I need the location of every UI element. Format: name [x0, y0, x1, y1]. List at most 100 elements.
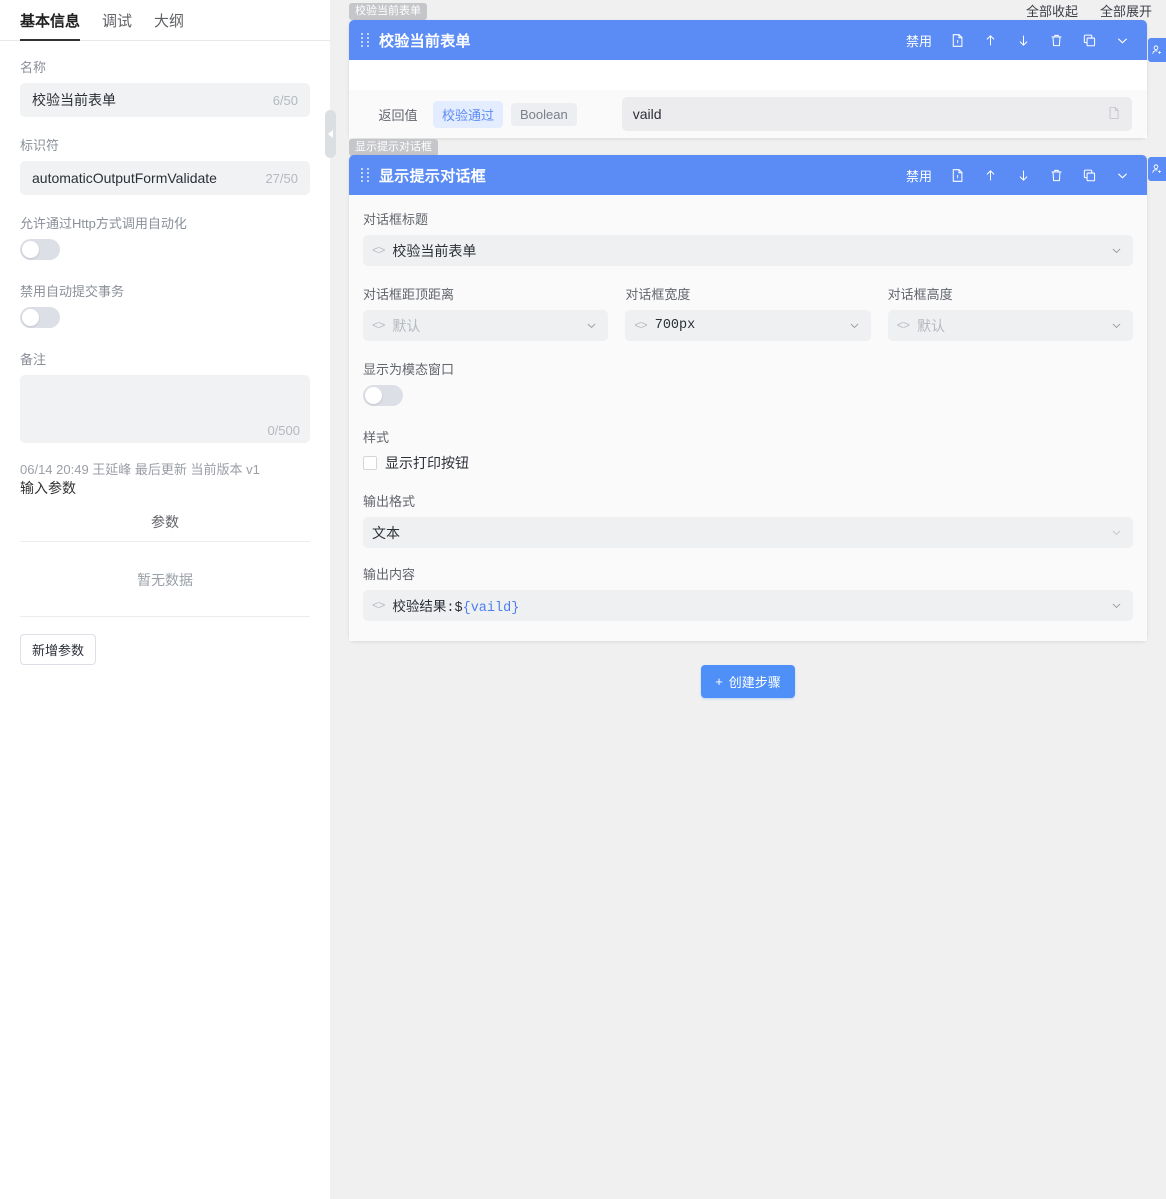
- remark-textarea-counter: 0/500: [267, 423, 300, 438]
- chevron-down-icon[interactable]: [1110, 319, 1123, 332]
- tab-outline-label: 大纲: [154, 13, 185, 30]
- remark-textarea[interactable]: 0/500: [20, 375, 310, 443]
- arrow-up-icon[interactable]: [983, 33, 998, 48]
- chevron-down-icon[interactable]: [848, 319, 861, 332]
- dialog-width-select[interactable]: <> 700px: [625, 310, 871, 341]
- name-input[interactable]: 校验当前表单 6/50: [20, 83, 310, 117]
- style-section: 样式 显示打印按钮: [363, 427, 1133, 473]
- chevron-down-icon[interactable]: [1115, 168, 1130, 183]
- modal-window-toggle[interactable]: [363, 385, 403, 406]
- chevron-down-icon[interactable]: [1115, 33, 1130, 48]
- return-value-input[interactable]: vaild: [621, 97, 1132, 131]
- modal-window-label: 显示为模态窗口: [363, 362, 455, 377]
- dialog-height-select[interactable]: <> 默认: [887, 310, 1133, 341]
- dialog-title-field: 对话框标题 <> 校验当前表单: [363, 209, 1133, 266]
- identifier-input-value: automaticOutputFormValidate: [32, 170, 217, 186]
- chevron-down-icon[interactable]: [1110, 599, 1123, 612]
- show-print-button-checkbox[interactable]: [363, 456, 377, 470]
- panel-collapse-handle[interactable]: [325, 110, 336, 158]
- return-value-label: 返回值: [378, 107, 418, 123]
- modal-window-field: 显示为模态窗口: [363, 359, 1133, 409]
- input-params-title: 输入参数: [20, 480, 76, 496]
- disable-autocommit-toggle[interactable]: [20, 307, 60, 328]
- dialog-dimensions-row: 对话框距顶距离 <> 默认 对话框宽度 <> 700px 对话框高度 <> 默认: [363, 284, 1133, 341]
- dialog-width-value: 700px: [654, 318, 696, 333]
- show-print-button-label: 显示打印按钮: [385, 455, 469, 471]
- dialog-top-distance-select[interactable]: <> 默认: [363, 310, 609, 341]
- dialog-top-distance-label: 对话框距顶距离: [363, 287, 455, 302]
- http-call-toggle[interactable]: [20, 239, 60, 260]
- drag-handle-icon[interactable]: [361, 167, 370, 183]
- basic-info-form: 名称 校验当前表单 6/50 标识符 automaticOutputFormVa…: [0, 41, 330, 665]
- output-content-label: 输出内容: [363, 567, 416, 582]
- output-content-field: 输出内容 <> 校验结果:${vaild}: [363, 564, 1133, 621]
- collapse-all-button[interactable]: 全部收起: [1026, 1, 1078, 20]
- assignee-tab-2[interactable]: [1148, 157, 1166, 181]
- return-value-input-value: vaild: [632, 106, 662, 122]
- dialog-height-label: 对话框高度: [887, 287, 953, 302]
- trash-icon[interactable]: [1049, 33, 1064, 48]
- step-tag-1: 校验当前表单: [349, 3, 427, 20]
- add-param-button[interactable]: 新增参数: [20, 634, 97, 665]
- step-card-1-title: 校验当前表单: [379, 32, 471, 50]
- copy-icon[interactable]: [1082, 168, 1097, 183]
- copy-icon[interactable]: [1082, 33, 1097, 48]
- disable-step-button[interactable]: 禁用: [906, 31, 932, 50]
- code-expression-icon: <>: [372, 318, 385, 333]
- expand-all-button[interactable]: 全部展开: [1100, 1, 1152, 20]
- dialog-width-label: 对话框宽度: [625, 287, 691, 302]
- left-settings-panel: 基本信息 调试 大纲 名称 校验当前表单 6/50 标识符 automaticO…: [0, 0, 336, 1199]
- chevron-down-icon[interactable]: [1110, 526, 1123, 539]
- name-input-counter: 6/50: [272, 92, 298, 108]
- return-value-chip-type[interactable]: Boolean: [511, 102, 577, 126]
- chevron-down-icon[interactable]: [1110, 244, 1123, 257]
- output-content-value: 校验结果:${vaild}: [392, 595, 1110, 616]
- output-format-value: 文本: [372, 524, 400, 541]
- create-step-wrap: + 创建步骤: [330, 665, 1166, 698]
- drag-handle-icon[interactable]: [361, 32, 370, 48]
- canvas-toolbar: 校验当前表单 全部收起 全部展开: [330, 0, 1166, 20]
- dialog-title-label: 对话框标题: [363, 212, 429, 227]
- disable-autocommit-toggle-label: 禁用自动提交事务: [20, 284, 125, 299]
- tab-basic-info[interactable]: 基本信息: [20, 10, 81, 41]
- arrow-down-icon[interactable]: [1016, 168, 1031, 183]
- step-card-1-header[interactable]: 校验当前表单 禁用: [349, 20, 1147, 60]
- collapse-arrow-icon: [328, 130, 333, 138]
- step-card-2-header[interactable]: 显示提示对话框 禁用: [349, 155, 1147, 195]
- output-content-select[interactable]: <> 校验结果:${vaild}: [363, 590, 1133, 621]
- trash-icon[interactable]: [1049, 168, 1064, 183]
- tab-outline[interactable]: 大纲: [154, 10, 184, 40]
- assignee-tab-1[interactable]: [1148, 38, 1166, 62]
- output-format-field: 输出格式 文本: [363, 491, 1133, 548]
- note-icon[interactable]: [950, 33, 965, 48]
- note-icon[interactable]: [950, 168, 965, 183]
- show-print-button-checkbox-row[interactable]: 显示打印按钮: [363, 453, 1133, 473]
- create-step-label: 创建步骤: [728, 675, 781, 690]
- dialog-top-distance-field: 对话框距顶距离 <> 默认: [363, 284, 609, 341]
- dialog-height-field: 对话框高度 <> 默认: [887, 284, 1133, 341]
- dialog-title-select[interactable]: <> 校验当前表单: [363, 235, 1133, 266]
- chevron-down-icon[interactable]: [585, 319, 598, 332]
- identifier-input[interactable]: automaticOutputFormValidate 27/50: [20, 161, 310, 195]
- code-expression-icon: <>: [896, 318, 910, 333]
- create-step-button[interactable]: + 创建步骤: [701, 665, 795, 698]
- disable-step-button[interactable]: 禁用: [906, 166, 932, 185]
- step-card-1-body: 返回值 校验通过 Boolean vaild: [349, 60, 1147, 138]
- http-call-toggle-label: 允许通过Http方式调用自动化: [20, 216, 187, 231]
- app-root: 基本信息 调试 大纲 名称 校验当前表单 6/50 标识符 automaticO…: [0, 0, 1166, 1199]
- arrow-up-icon[interactable]: [983, 168, 998, 183]
- note-icon[interactable]: [1107, 106, 1121, 123]
- dialog-top-distance-placeholder: 默认: [392, 317, 421, 334]
- output-format-select[interactable]: 文本: [363, 517, 1133, 548]
- output-content-prefix: 校验结果:$: [392, 601, 463, 616]
- dialog-title-value: 校验当前表单: [392, 242, 477, 259]
- code-expression-icon: <>: [634, 318, 647, 333]
- return-value-chip-pass[interactable]: 校验通过: [433, 100, 504, 128]
- step-card-2-actions: 禁用: [906, 166, 1138, 185]
- remark-field-label: 备注: [20, 352, 47, 367]
- param-empty-state: 暂无数据: [20, 542, 310, 617]
- step-card-2-wrap: 显示提示对话框 显示提示对话框 禁用 对话框标题 <> 校验当前表单 对话框距顶…: [330, 139, 1166, 641]
- arrow-down-icon[interactable]: [1016, 33, 1031, 48]
- name-field-label: 名称: [20, 60, 47, 75]
- tab-debug[interactable]: 调试: [102, 10, 132, 40]
